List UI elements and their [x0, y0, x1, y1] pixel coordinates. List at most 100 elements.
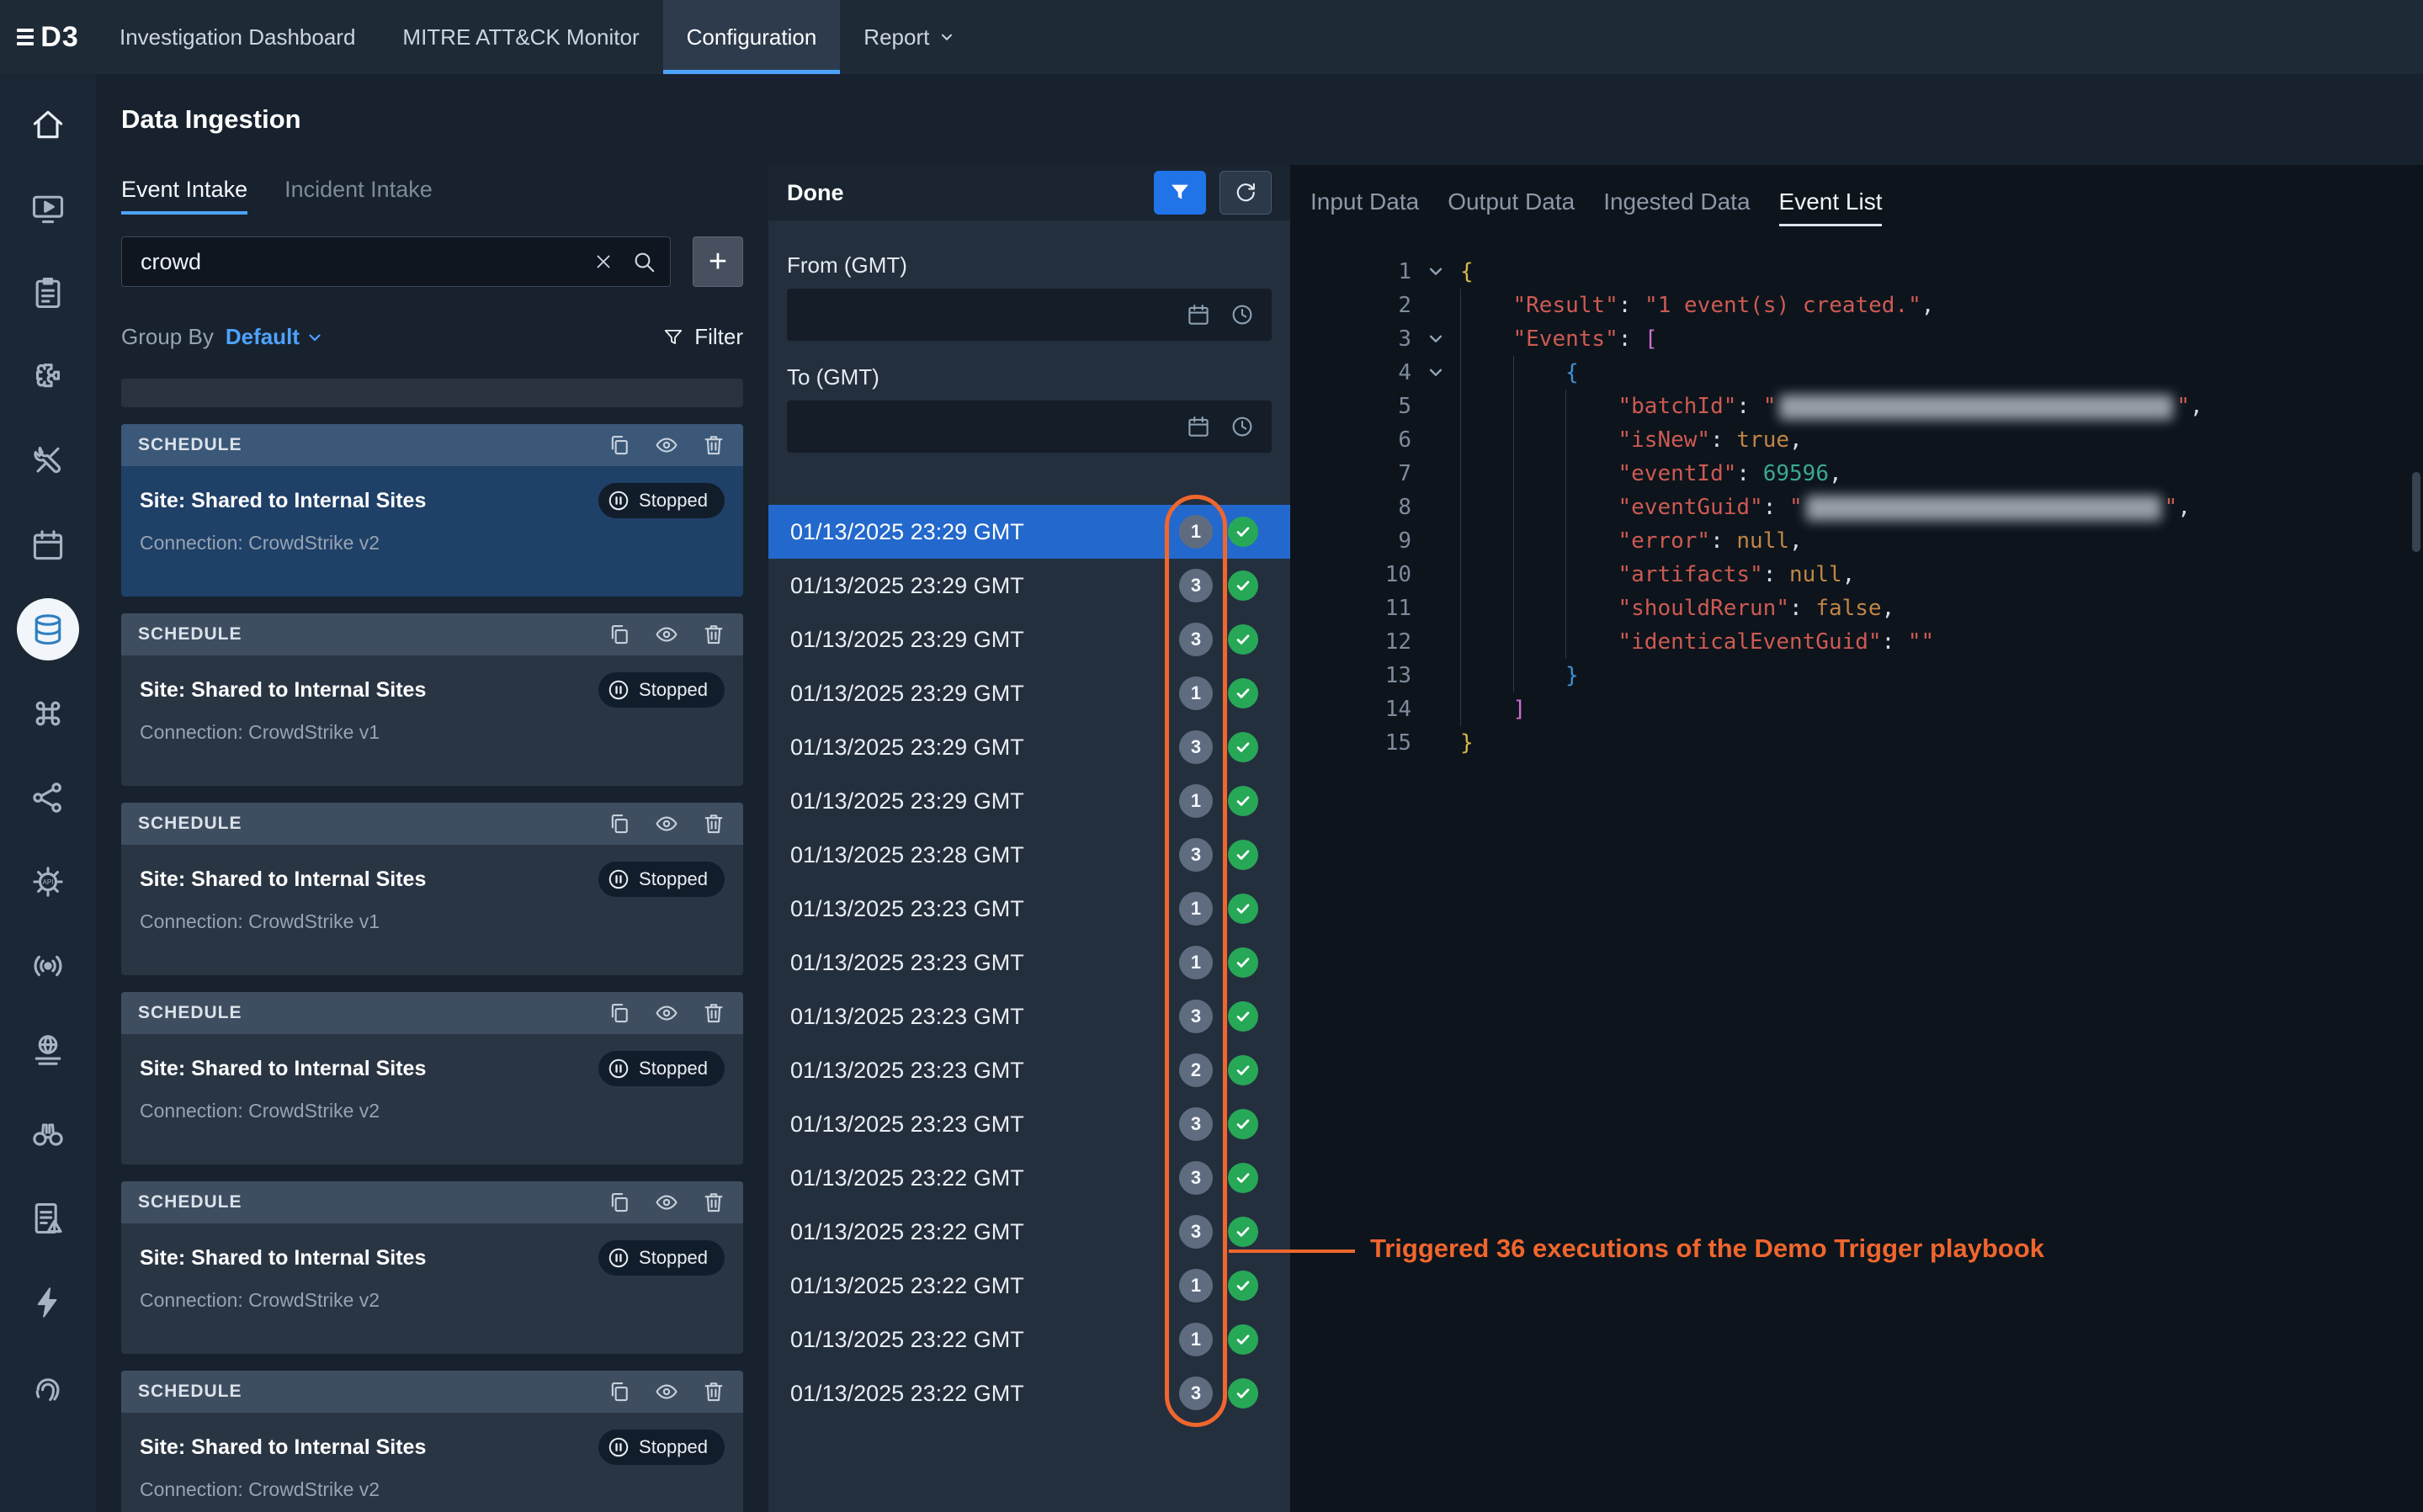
trash-icon[interactable] — [701, 811, 726, 836]
line-number: 11 — [1310, 592, 1411, 625]
trash-icon[interactable] — [701, 432, 726, 458]
code-line: 1{ — [1310, 255, 2423, 289]
tab-incident-intake[interactable]: Incident Intake — [284, 177, 433, 215]
tab-event-list[interactable]: Event List — [1779, 188, 1883, 226]
job-status-row[interactable]: 01/13/2025 23:22 GMT 1 — [768, 1313, 1290, 1366]
tab-output-data[interactable]: Output Data — [1448, 188, 1575, 226]
job-timestamp: 01/13/2025 23:22 GMT — [790, 1381, 1179, 1407]
job-status-row[interactable]: 01/13/2025 23:29 GMT 3 — [768, 720, 1290, 774]
sidebar-item-broadcast[interactable] — [0, 924, 96, 1008]
sidebar-item-calendar[interactable] — [0, 503, 96, 587]
tab-input-data[interactable]: Input Data — [1310, 188, 1419, 226]
sidebar-item-lightning[interactable] — [0, 1260, 96, 1345]
eye-icon[interactable] — [654, 811, 679, 836]
job-status-row[interactable]: 01/13/2025 23:22 GMT 1 — [768, 1259, 1290, 1313]
trash-icon[interactable] — [701, 1000, 726, 1026]
job-status-row[interactable]: 01/13/2025 23:22 GMT 3 — [768, 1366, 1290, 1420]
tab-event-intake[interactable]: Event Intake — [121, 177, 247, 215]
sidebar-item-puzzle[interactable] — [0, 335, 96, 419]
copy-icon[interactable] — [607, 622, 632, 647]
filter-button[interactable] — [1154, 171, 1206, 215]
event-count-badge: 2 — [1179, 1053, 1213, 1087]
job-status-row[interactable]: 01/13/2025 23:29 GMT 3 — [768, 613, 1290, 666]
success-check-icon — [1228, 894, 1258, 924]
schedule-card[interactable]: SCHEDULE Site: Shared to Internal Sites … — [121, 424, 743, 597]
d3-logo[interactable]: D3 — [0, 0, 96, 74]
filter-control[interactable]: Filter — [662, 324, 743, 350]
job-status-row[interactable]: 01/13/2025 23:29 GMT 1 — [768, 774, 1290, 828]
sidebar-item-media-monitor[interactable] — [0, 167, 96, 251]
eye-icon[interactable] — [654, 1190, 679, 1215]
copy-icon[interactable] — [607, 432, 632, 458]
calendar-icon[interactable] — [1186, 302, 1211, 327]
copy-icon[interactable] — [607, 1190, 632, 1215]
job-status-row[interactable]: 01/13/2025 23:23 GMT 2 — [768, 1043, 1290, 1097]
trash-icon[interactable] — [701, 1379, 726, 1404]
collapse-caret-icon[interactable] — [1411, 322, 1460, 356]
sidebar-item-fingerprint[interactable] — [0, 1345, 96, 1429]
nav-mitre-attck-monitor[interactable]: MITRE ATT&CK Monitor — [379, 0, 662, 74]
nav-report[interactable]: Report — [840, 0, 980, 74]
logo-text: D3 — [40, 21, 78, 54]
copy-icon[interactable] — [607, 811, 632, 836]
sidebar-item-share-nodes[interactable] — [0, 756, 96, 840]
group-by-dropdown[interactable]: Default — [226, 324, 325, 350]
trash-icon[interactable] — [701, 1190, 726, 1215]
schedule-card[interactable]: SCHEDULE Site: Shared to Internal Sites … — [121, 803, 743, 975]
schedule-card[interactable]: SCHEDULE Site: Shared to Internal Sites … — [121, 992, 743, 1165]
search-icon[interactable] — [631, 249, 656, 274]
job-status-row[interactable]: 01/13/2025 23:29 GMT 3 — [768, 559, 1290, 613]
card-connection: Connection: CrowdStrike v2 — [140, 1478, 725, 1501]
clock-icon[interactable] — [1230, 414, 1255, 439]
search-input[interactable]: crowd — [121, 236, 671, 287]
eye-icon[interactable] — [654, 622, 679, 647]
schedule-card[interactable]: SCHEDULE Site: Shared to Internal Sites … — [121, 1181, 743, 1354]
job-status-row[interactable]: 01/13/2025 23:23 GMT 3 — [768, 1097, 1290, 1151]
sidebar-item-command[interactable] — [0, 671, 96, 756]
sidebar-item-globe[interactable] — [0, 1008, 96, 1092]
from-date-input[interactable] — [787, 289, 1272, 341]
line-number: 3 — [1310, 322, 1411, 356]
schedule-card[interactable]: SCHEDULE Site: Shared to Internal Sites … — [121, 613, 743, 786]
sidebar-item-home[interactable] — [0, 82, 96, 167]
job-timestamp: 01/13/2025 23:29 GMT — [790, 735, 1179, 761]
refresh-button[interactable] — [1219, 171, 1272, 215]
scrollbar-thumb[interactable] — [2412, 472, 2420, 552]
nav-investigation-dashboard[interactable]: Investigation Dashboard — [96, 0, 379, 74]
to-date-input[interactable] — [787, 401, 1272, 453]
tab-ingested-data[interactable]: Ingested Data — [1603, 188, 1750, 226]
job-status-row[interactable]: 01/13/2025 23:29 GMT 1 — [768, 666, 1290, 720]
card-connection: Connection: CrowdStrike v2 — [140, 1289, 725, 1312]
add-button[interactable]: + — [693, 236, 743, 287]
copy-icon[interactable] — [607, 1379, 632, 1404]
trash-icon[interactable] — [701, 622, 726, 647]
eye-icon[interactable] — [654, 432, 679, 458]
job-status-row[interactable]: 01/13/2025 23:23 GMT 1 — [768, 936, 1290, 989]
nav-configuration[interactable]: Configuration — [663, 0, 841, 74]
copy-icon[interactable] — [607, 1000, 632, 1026]
schedule-card[interactable]: SCHEDULE Site: Shared to Internal Sites … — [121, 1371, 743, 1512]
collapse-caret-icon[interactable] — [1411, 255, 1460, 289]
clear-search-icon[interactable] — [592, 251, 614, 273]
status-badge: Stopped — [598, 483, 725, 518]
sidebar-item-tools[interactable] — [0, 419, 96, 503]
sidebar-item-database[interactable] — [0, 587, 96, 671]
eye-icon[interactable] — [654, 1379, 679, 1404]
job-status-row[interactable]: 01/13/2025 23:22 GMT 3 — [768, 1151, 1290, 1205]
sidebar-item-document-alert[interactable] — [0, 1176, 96, 1260]
code-line: 12"identicalEventGuid": "" — [1310, 625, 2423, 659]
eye-icon[interactable] — [654, 1000, 679, 1026]
sidebar-item-gear-api[interactable]: API — [0, 840, 96, 924]
job-status-row[interactable]: 01/13/2025 23:23 GMT 1 — [768, 882, 1290, 936]
job-status-row[interactable]: 01/13/2025 23:29 GMT 1 — [768, 505, 1290, 559]
calendar-icon[interactable] — [1186, 414, 1211, 439]
job-status-row[interactable]: 01/13/2025 23:23 GMT 3 — [768, 989, 1290, 1043]
sidebar-item-binoculars[interactable] — [0, 1092, 96, 1176]
share-nodes-icon — [29, 779, 66, 816]
job-status-row[interactable]: 01/13/2025 23:22 GMT 3 — [768, 1205, 1290, 1259]
from-label: From (GMT) — [787, 252, 1272, 279]
collapse-caret-icon[interactable] — [1411, 356, 1460, 390]
clock-icon[interactable] — [1230, 302, 1255, 327]
sidebar-item-clipboard[interactable] — [0, 251, 96, 335]
job-status-row[interactable]: 01/13/2025 23:28 GMT 3 — [768, 828, 1290, 882]
